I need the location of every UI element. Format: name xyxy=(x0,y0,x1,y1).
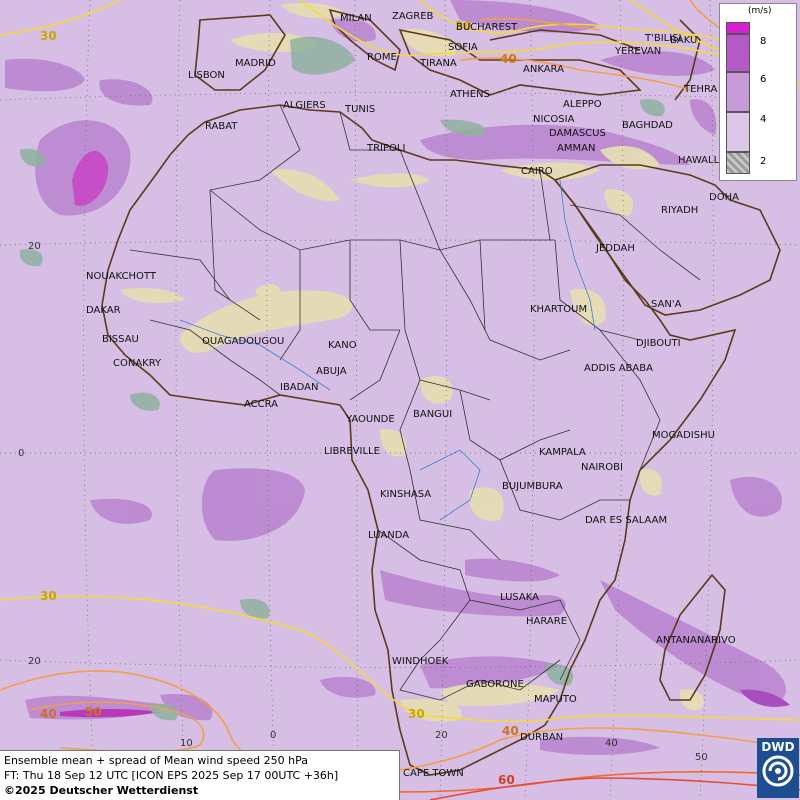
isotach-label: 30 xyxy=(40,589,57,603)
legend-swatch-low xyxy=(726,152,750,174)
city-label: LISBON xyxy=(188,70,225,81)
city-label: RABAT xyxy=(205,121,238,132)
city-label: DAKAR xyxy=(86,305,121,316)
lon-label: 40 xyxy=(605,738,618,749)
info-forecast-time: FT: Thu 18 Sep 12 UTC [ICON EPS 2025 Sep… xyxy=(4,769,339,782)
city-label: KANO xyxy=(328,340,357,351)
city-label: ALGIERS xyxy=(283,100,326,111)
city-label: LIBREVILLE xyxy=(324,446,380,457)
wind-speed-map: 30 40 30 30 40 50 30 40 60 20 0 20 0 10 … xyxy=(0,0,800,800)
city-label: BUCHAREST xyxy=(456,22,518,33)
city-label: DOHA xyxy=(709,192,739,203)
city-label: HARARE xyxy=(526,616,567,627)
logo-text: DWD xyxy=(761,740,795,754)
city-label: NICOSIA xyxy=(533,114,575,125)
info-box: Ensemble mean + spread of Mean wind spee… xyxy=(0,750,400,800)
isotach-label: 60 xyxy=(498,773,515,787)
city-label: ACCRA xyxy=(244,399,278,410)
city-label: ADDIS ABABA xyxy=(584,363,653,374)
legend-label: 4 xyxy=(760,114,767,125)
city-label: KHARTOUM xyxy=(530,304,587,315)
city-label: LUANDA xyxy=(368,530,409,541)
city-label: BUJUMBURA xyxy=(502,481,563,492)
city-label: ALEPPO xyxy=(563,99,602,110)
lat-label: 20 xyxy=(28,241,41,252)
spiral-icon xyxy=(762,755,794,787)
city-label: BAKU xyxy=(670,35,697,46)
isotach-label: 40 xyxy=(502,724,519,738)
city-label: RIYADH xyxy=(661,205,698,216)
city-label: CAIRO xyxy=(521,166,553,177)
city-label: BANGUI xyxy=(413,409,452,420)
lat-label: 20 xyxy=(28,656,41,667)
legend-label: 2 xyxy=(760,156,767,167)
city-label: TEHRA xyxy=(683,84,717,95)
city-label: ABUJA xyxy=(316,366,347,377)
city-label: BISSAU xyxy=(102,334,139,345)
weather-map-viewer: 30 40 30 30 40 50 30 40 60 20 0 20 0 10 … xyxy=(0,0,800,800)
city-label: ANKARA xyxy=(523,64,564,75)
legend-swatch-6-4 xyxy=(726,72,750,112)
legend-unit: (m/s) xyxy=(748,6,772,16)
city-label: ANTANANARIVO xyxy=(656,635,736,646)
city-label: DURBAN xyxy=(520,732,563,743)
city-label: DJIBOUTI xyxy=(636,338,681,349)
city-label: DAMASCUS xyxy=(549,128,606,139)
isotach-label: 30 xyxy=(40,29,57,43)
city-label: GABORONE xyxy=(466,679,524,690)
legend-swatch-high xyxy=(726,22,750,34)
city-label: CONAKRY xyxy=(113,358,162,369)
lon-label: 50 xyxy=(695,752,708,763)
city-label: WINDHOEK xyxy=(392,656,449,667)
city-label: HAWALLI xyxy=(678,155,722,166)
legend-swatch-4-2 xyxy=(726,112,750,152)
dwd-logo: DWD xyxy=(757,738,799,798)
legend-label: 6 xyxy=(760,74,767,85)
isotach-label: 40 xyxy=(500,52,517,66)
city-label: SAN'A xyxy=(651,299,682,310)
info-copyright: ©2025 Deutscher Wetterdienst xyxy=(4,784,199,797)
city-label: YEREVAN xyxy=(614,46,661,57)
city-label: KAMPALA xyxy=(539,447,586,458)
city-label: DAR ES SALAAM xyxy=(585,515,667,526)
city-label: NOUAKCHOTT xyxy=(86,271,157,282)
city-label: LUSAKA xyxy=(500,592,539,603)
city-label: YAOUNDE xyxy=(345,414,395,425)
city-label: TRIPOLI xyxy=(366,143,405,154)
city-label: NAIROBI xyxy=(581,462,623,473)
city-label: BAGHDAD xyxy=(622,120,673,131)
legend-label: 8 xyxy=(760,36,767,47)
city-label: MOGADISHU xyxy=(652,430,715,441)
city-label: MILAN xyxy=(340,13,372,24)
city-label: KINSHASA xyxy=(380,489,431,500)
lon-label: 10 xyxy=(180,738,193,749)
city-label: TIRANA xyxy=(419,58,457,69)
city-label: MADRID xyxy=(235,58,276,69)
color-legend: (m/s) 8 6 4 2 xyxy=(719,3,797,181)
city-label: OUAGADOUGOU xyxy=(202,336,284,347)
city-label: MAPUTO xyxy=(534,694,577,705)
city-label: ATHENS xyxy=(450,89,490,100)
lon-label: 0 xyxy=(270,730,276,741)
city-label: ZAGREB xyxy=(392,11,434,22)
info-title: Ensemble mean + spread of Mean wind spee… xyxy=(4,754,308,767)
isotach-label: 30 xyxy=(408,707,425,721)
map-background xyxy=(0,0,800,800)
city-label: AMMAN xyxy=(557,143,595,154)
isotach-label: 50 xyxy=(85,705,102,719)
city-label: IBADAN xyxy=(280,382,319,393)
city-label: ROME xyxy=(367,52,397,63)
lat-label: 0 xyxy=(18,448,24,459)
city-label: SOFIA xyxy=(448,42,478,53)
legend-swatch-8-6 xyxy=(726,34,750,72)
city-label: CAPE TOWN xyxy=(403,768,464,779)
lon-label: 20 xyxy=(435,730,448,741)
city-label: TUNIS xyxy=(344,104,375,115)
isotach-label: 40 xyxy=(40,707,57,721)
city-label: JEDDAH xyxy=(595,243,635,254)
